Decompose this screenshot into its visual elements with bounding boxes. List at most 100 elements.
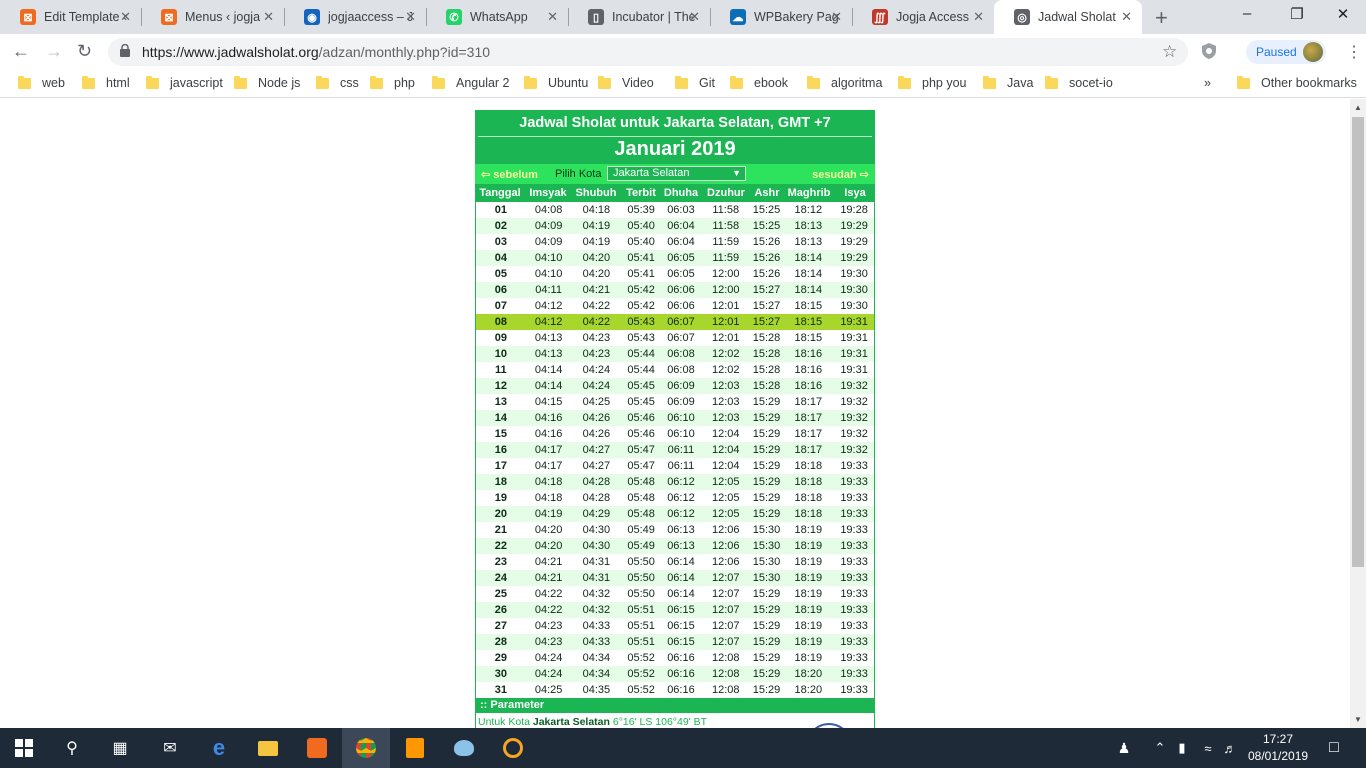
tab-4[interactable]: ✆ WhatsApp ✕ xyxy=(426,0,568,34)
bookmark-socet-io[interactable]: socet-io xyxy=(1045,75,1113,90)
bookmark-ubuntu[interactable]: Ubuntu xyxy=(524,75,588,90)
minimize-button[interactable]: – xyxy=(1232,5,1262,22)
close-tab-icon[interactable]: ✕ xyxy=(547,9,558,25)
vertical-scrollbar[interactable]: ▲ ▼ xyxy=(1350,99,1366,728)
new-tab-button[interactable]: + xyxy=(1155,5,1168,31)
close-tab-icon[interactable]: ✕ xyxy=(263,9,274,25)
table-cell: 04:23 xyxy=(582,332,611,344)
tab-8[interactable]: ◎ Jadwal Sholat ✕ xyxy=(994,0,1142,34)
bookmark-node-js[interactable]: Node js xyxy=(234,75,300,90)
sublime-text-icon[interactable] xyxy=(403,736,427,760)
table-cell: 10 xyxy=(494,348,507,360)
close-tab-icon[interactable]: ✕ xyxy=(689,9,700,25)
file-explorer-icon[interactable] xyxy=(256,736,280,760)
clock-date[interactable]: 08/01/2019 xyxy=(1248,749,1308,763)
tab-6[interactable]: ☁ WPBakery Pag ✕ xyxy=(710,0,852,34)
bookmark-java[interactable]: Java xyxy=(983,75,1033,90)
table-cell: 15:29 xyxy=(752,460,781,472)
chrome-icon[interactable] xyxy=(354,736,378,760)
mail-icon[interactable]: ✉ xyxy=(158,736,182,760)
city-select[interactable]: Jakarta Selatan ▼ xyxy=(607,166,746,181)
bookmark-star-icon[interactable]: ☆ xyxy=(1162,42,1177,62)
bookmark-algoritma[interactable]: algoritma xyxy=(807,75,882,90)
table-cell: 19:31 xyxy=(840,332,868,344)
close-tab-icon[interactable]: ✕ xyxy=(1121,9,1132,25)
previous-month-link[interactable]: ⇦ sebelum xyxy=(481,168,538,181)
table-cell: 04:16 xyxy=(534,412,563,424)
table-cell: 12:06 xyxy=(711,524,740,536)
table-cell: 12:07 xyxy=(711,572,740,584)
column-header: Imsyak xyxy=(529,187,567,199)
next-month-link[interactable]: sesudah ⇨ xyxy=(812,168,869,181)
table-cell: 04:20 xyxy=(534,524,563,536)
bookmark-css[interactable]: css xyxy=(316,75,359,90)
arrow-right-icon: ⇨ xyxy=(856,169,869,181)
back-button[interactable]: ← xyxy=(12,41,30,62)
bookmark-label: javascript xyxy=(170,76,223,90)
close-tab-icon[interactable]: ✕ xyxy=(405,9,416,25)
table-cell: 15:29 xyxy=(752,588,781,600)
battery-icon[interactable]: ▮ xyxy=(1170,736,1194,760)
profile-button[interactable]: Paused xyxy=(1246,40,1326,64)
bookmark-angular-2[interactable]: Angular 2 xyxy=(432,75,510,90)
folder-icon xyxy=(432,75,445,89)
edge-icon[interactable]: e xyxy=(207,735,231,760)
table-cell: 04:16 xyxy=(534,428,563,440)
forward-button[interactable]: → xyxy=(45,41,63,62)
close-tab-icon[interactable]: ✕ xyxy=(973,9,984,25)
bookmark-javascript[interactable]: javascript xyxy=(146,75,223,90)
tab-3[interactable]: ◉ jogjaaccess – J ✕ xyxy=(284,0,426,34)
table-cell: 12:04 xyxy=(711,460,740,472)
xampp-icon[interactable] xyxy=(305,736,329,760)
bookmark-ebook[interactable]: ebook xyxy=(730,75,788,90)
column-header: Shubuh xyxy=(575,187,617,199)
close-window-button[interactable]: ✕ xyxy=(1328,5,1358,23)
table-cell: 06:12 xyxy=(667,476,695,488)
other-bookmarks[interactable]: Other bookmarks xyxy=(1237,75,1357,90)
table-header: Tanggal Imsyak Shubuh Terbit Dhuha Dzuhur Ashr… xyxy=(475,184,875,202)
address-bar[interactable]: https://www.jadwalsholat.org/adzan/month… xyxy=(108,38,1188,66)
tab-7[interactable]: ∭ Jogja Access ✕ xyxy=(852,0,994,34)
people-icon[interactable]: ♟ xyxy=(1112,736,1136,760)
paint-icon[interactable] xyxy=(452,736,476,760)
color-app-icon[interactable] xyxy=(501,736,525,760)
tab-1[interactable]: ⊠ Edit Template ‹ ✕ xyxy=(0,0,141,34)
table-cell: 19:33 xyxy=(840,588,868,600)
task-view-icon[interactable]: ▦ xyxy=(108,736,132,760)
table-cell: 04:21 xyxy=(582,284,611,296)
bookmark-php-you[interactable]: php you xyxy=(898,75,966,90)
tab-2[interactable]: ⊠ Menus ‹ jogja ✕ xyxy=(141,0,284,34)
wifi-icon[interactable]: ≈ xyxy=(1196,736,1220,760)
bookmark-git[interactable]: Git xyxy=(675,75,715,90)
notification-icon[interactable]: □ xyxy=(1322,736,1346,760)
clock-time[interactable]: 17:27 xyxy=(1248,732,1308,746)
bookmark-video[interactable]: Video xyxy=(598,75,654,90)
prayer-schedule-panel: Jadwal Sholat untuk Jakarta Selatan, GMT… xyxy=(475,110,875,728)
volume-icon[interactable]: ♬ xyxy=(1218,736,1242,760)
chevron-up-icon[interactable]: ⌃ xyxy=(1148,736,1172,760)
tab-5[interactable]: ▯ Incubator | The ✕ xyxy=(568,0,710,34)
table-cell: 08 xyxy=(494,316,507,328)
table-cell: 06:16 xyxy=(667,684,695,696)
close-tab-icon[interactable]: ✕ xyxy=(120,9,131,25)
maximize-button[interactable]: ❐ xyxy=(1282,5,1312,23)
close-tab-icon[interactable]: ✕ xyxy=(831,9,842,25)
scroll-down-icon[interactable]: ▼ xyxy=(1354,715,1362,724)
bookmark-html[interactable]: html xyxy=(82,75,130,90)
bookmark-php[interactable]: php xyxy=(370,75,415,90)
table-cell: 15:29 xyxy=(752,508,781,520)
table-cell: 26 xyxy=(494,604,507,616)
globe-icon: ◎ xyxy=(1014,9,1030,25)
scroll-up-icon[interactable]: ▲ xyxy=(1354,103,1362,112)
search-icon[interactable]: ⚲ xyxy=(60,736,84,760)
windows-start-icon[interactable] xyxy=(12,736,36,760)
menu-kebab-icon[interactable]: ⋮ xyxy=(1346,42,1362,62)
table-cell: 04:28 xyxy=(582,476,611,488)
bookmark-web[interactable]: web xyxy=(18,75,65,90)
other-bookmarks-label: Other bookmarks xyxy=(1261,76,1357,90)
shield-extension-icon[interactable] xyxy=(1200,42,1218,60)
bookmarks-overflow-button[interactable]: » xyxy=(1204,76,1211,90)
tab-title: jogjaaccess – J xyxy=(328,10,412,24)
scroll-thumb[interactable] xyxy=(1352,117,1364,567)
reload-button[interactable]: ↻ xyxy=(77,41,92,62)
